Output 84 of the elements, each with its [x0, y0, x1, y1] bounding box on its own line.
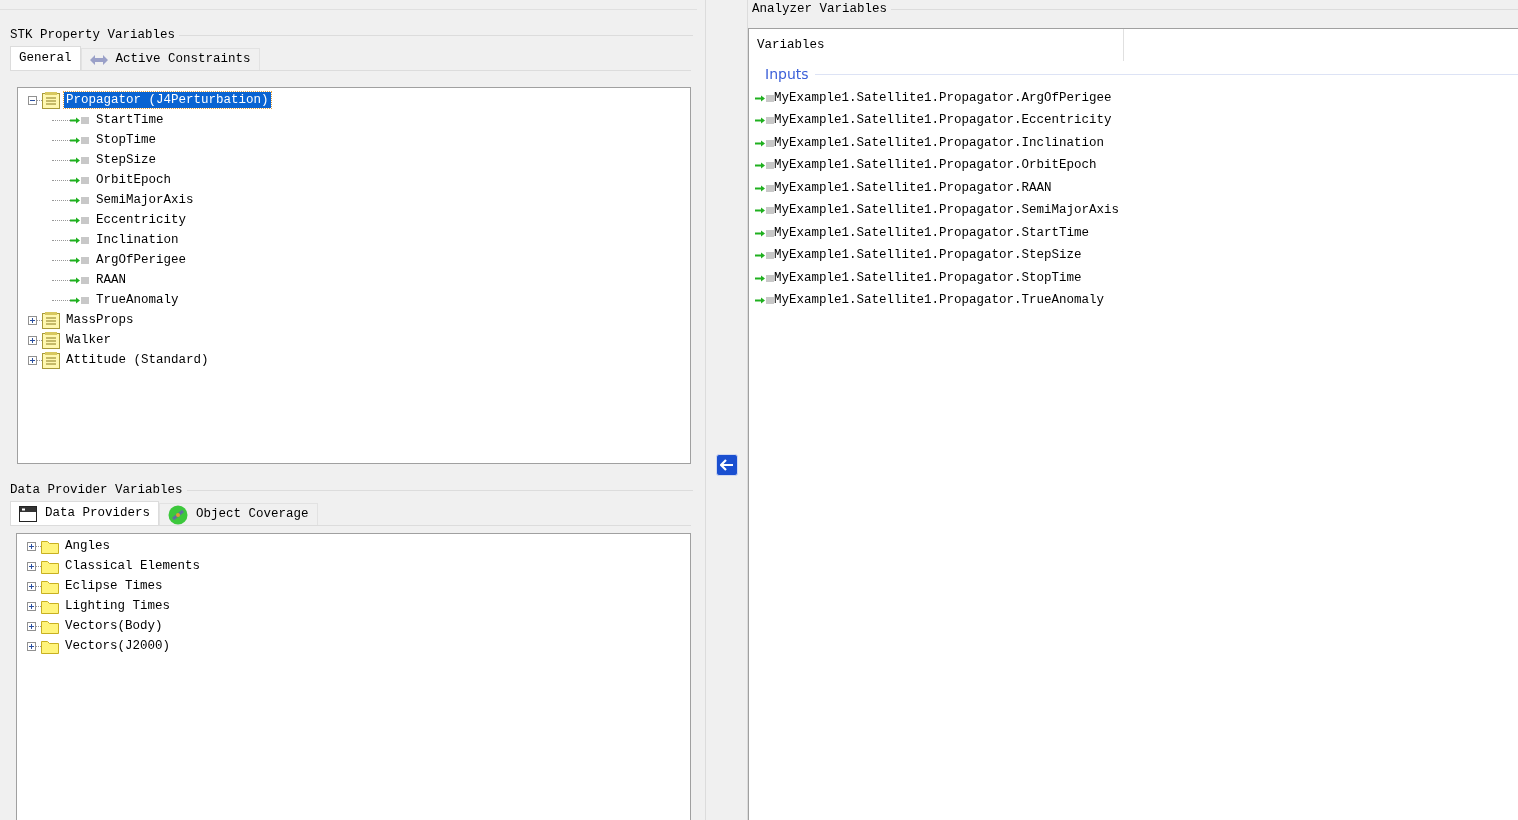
input-variable-icon	[70, 275, 90, 285]
folder-icon	[41, 618, 59, 634]
expand-icon[interactable]	[27, 641, 36, 651]
tree-item[interactable]: Eccentricity	[94, 212, 188, 228]
expand-icon[interactable]	[28, 355, 37, 365]
list-item[interactable]: MyExample1.Satellite1.Propagator.RAAN	[774, 178, 1052, 198]
left-arrow-icon	[719, 459, 734, 471]
folder-icon	[41, 578, 59, 594]
expand-icon[interactable]	[27, 561, 36, 571]
input-variable-icon	[755, 138, 775, 148]
list-item[interactable]: MyExample1.Satellite1.Propagator.StepSize	[774, 246, 1082, 266]
group-header: Inputs	[765, 64, 809, 84]
tree-item[interactable]: Inclination	[94, 232, 181, 248]
input-variable-icon	[755, 296, 775, 306]
input-variable-icon	[70, 235, 90, 245]
list-item[interactable]: MyExample1.Satellite1.Propagator.SemiMajorAxis	[774, 201, 1120, 221]
input-variable-icon	[755, 183, 775, 193]
input-variable-icon	[755, 206, 775, 216]
tree-item[interactable]: StepSize	[94, 152, 158, 168]
group-title: Data Provider Variables	[10, 481, 183, 499]
list-item[interactable]: MyExample1.Satellite1.Propagator.ArgOfPerigee	[774, 88, 1112, 108]
panel-icon	[19, 505, 37, 522]
tree-item[interactable]: Lighting Times	[63, 598, 173, 614]
tree-item[interactable]: RAAN	[94, 272, 128, 288]
list-icon	[42, 351, 60, 369]
expand-icon[interactable]	[27, 541, 36, 551]
list-item[interactable]: MyExample1.Satellite1.Propagator.StartTime	[774, 223, 1090, 243]
expand-icon[interactable]	[27, 621, 36, 631]
expand-icon[interactable]	[28, 315, 37, 325]
expand-icon[interactable]	[27, 601, 36, 611]
folder-icon	[41, 538, 59, 554]
folder-icon	[41, 558, 59, 574]
list-item[interactable]: MyExample1.Satellite1.Propagator.TrueAnomaly	[774, 291, 1105, 311]
move-left-button[interactable]	[715, 454, 738, 476]
input-variable-icon	[755, 93, 775, 103]
tree-item[interactable]: Vectors(Body)	[63, 618, 165, 634]
globe-icon	[168, 504, 189, 525]
tree-item[interactable]: StopTime	[94, 132, 158, 148]
tree-item[interactable]: ArgOfPerigee	[94, 252, 188, 268]
tab[interactable]: General	[10, 46, 81, 70]
list-icon	[42, 311, 60, 329]
tree-item[interactable]: StartTime	[94, 112, 166, 128]
tree-item[interactable]: Propagator (J4Perturbation)	[64, 92, 271, 108]
input-variable-icon	[755, 228, 775, 238]
tree-item[interactable]: OrbitEpoch	[94, 172, 173, 188]
list-icon	[42, 91, 60, 109]
double-arrow-icon	[89, 53, 108, 66]
group-title: Analyzer Variables	[752, 0, 888, 18]
tree-item[interactable]: Classical Elements	[63, 558, 203, 574]
column-header: Variables	[749, 29, 1124, 61]
input-variable-icon	[70, 215, 90, 225]
list-item[interactable]: MyExample1.Satellite1.Propagator.StopTime	[774, 268, 1082, 288]
input-variable-icon	[755, 161, 775, 171]
tab[interactable]: Active Constraints	[80, 48, 260, 70]
tree-item[interactable]: Vectors(J2000)	[63, 638, 173, 654]
list-item[interactable]: MyExample1.Satellite1.Propagator.Inclination	[774, 133, 1105, 153]
input-variable-icon	[755, 273, 775, 283]
folder-icon	[41, 598, 59, 614]
input-variable-icon	[70, 155, 90, 165]
input-variable-icon	[70, 195, 90, 205]
tree-item[interactable]: Eclipse Times	[63, 578, 165, 594]
input-variable-icon	[70, 295, 90, 305]
tree-item[interactable]: SemiMajorAxis	[94, 192, 196, 208]
group-title: STK Property Variables	[10, 26, 176, 44]
folder-icon	[41, 638, 59, 654]
tree-item[interactable]: Walker	[64, 332, 113, 348]
tree-item[interactable]: TrueAnomaly	[94, 292, 181, 308]
tree-item[interactable]: Attitude (Standard)	[64, 352, 211, 368]
list-item[interactable]: MyExample1.Satellite1.Propagator.Eccentricity	[774, 111, 1112, 131]
tree-item[interactable]: MassProps	[64, 312, 136, 328]
input-variable-icon	[70, 255, 90, 265]
input-variable-icon	[70, 175, 90, 185]
list-item[interactable]: MyExample1.Satellite1.Propagator.OrbitEpoch	[774, 156, 1097, 176]
expand-icon[interactable]	[27, 581, 36, 591]
expand-icon[interactable]	[28, 335, 37, 345]
collapse-icon[interactable]	[28, 95, 37, 105]
tree-item[interactable]: Angles	[63, 538, 112, 554]
input-variable-icon	[70, 135, 90, 145]
list-icon	[42, 331, 60, 349]
tab[interactable]: Object Coverage	[159, 503, 318, 525]
input-variable-icon	[755, 116, 775, 126]
tab[interactable]: Data Providers	[10, 501, 160, 525]
input-variable-icon	[755, 251, 775, 261]
input-variable-icon	[70, 115, 90, 125]
